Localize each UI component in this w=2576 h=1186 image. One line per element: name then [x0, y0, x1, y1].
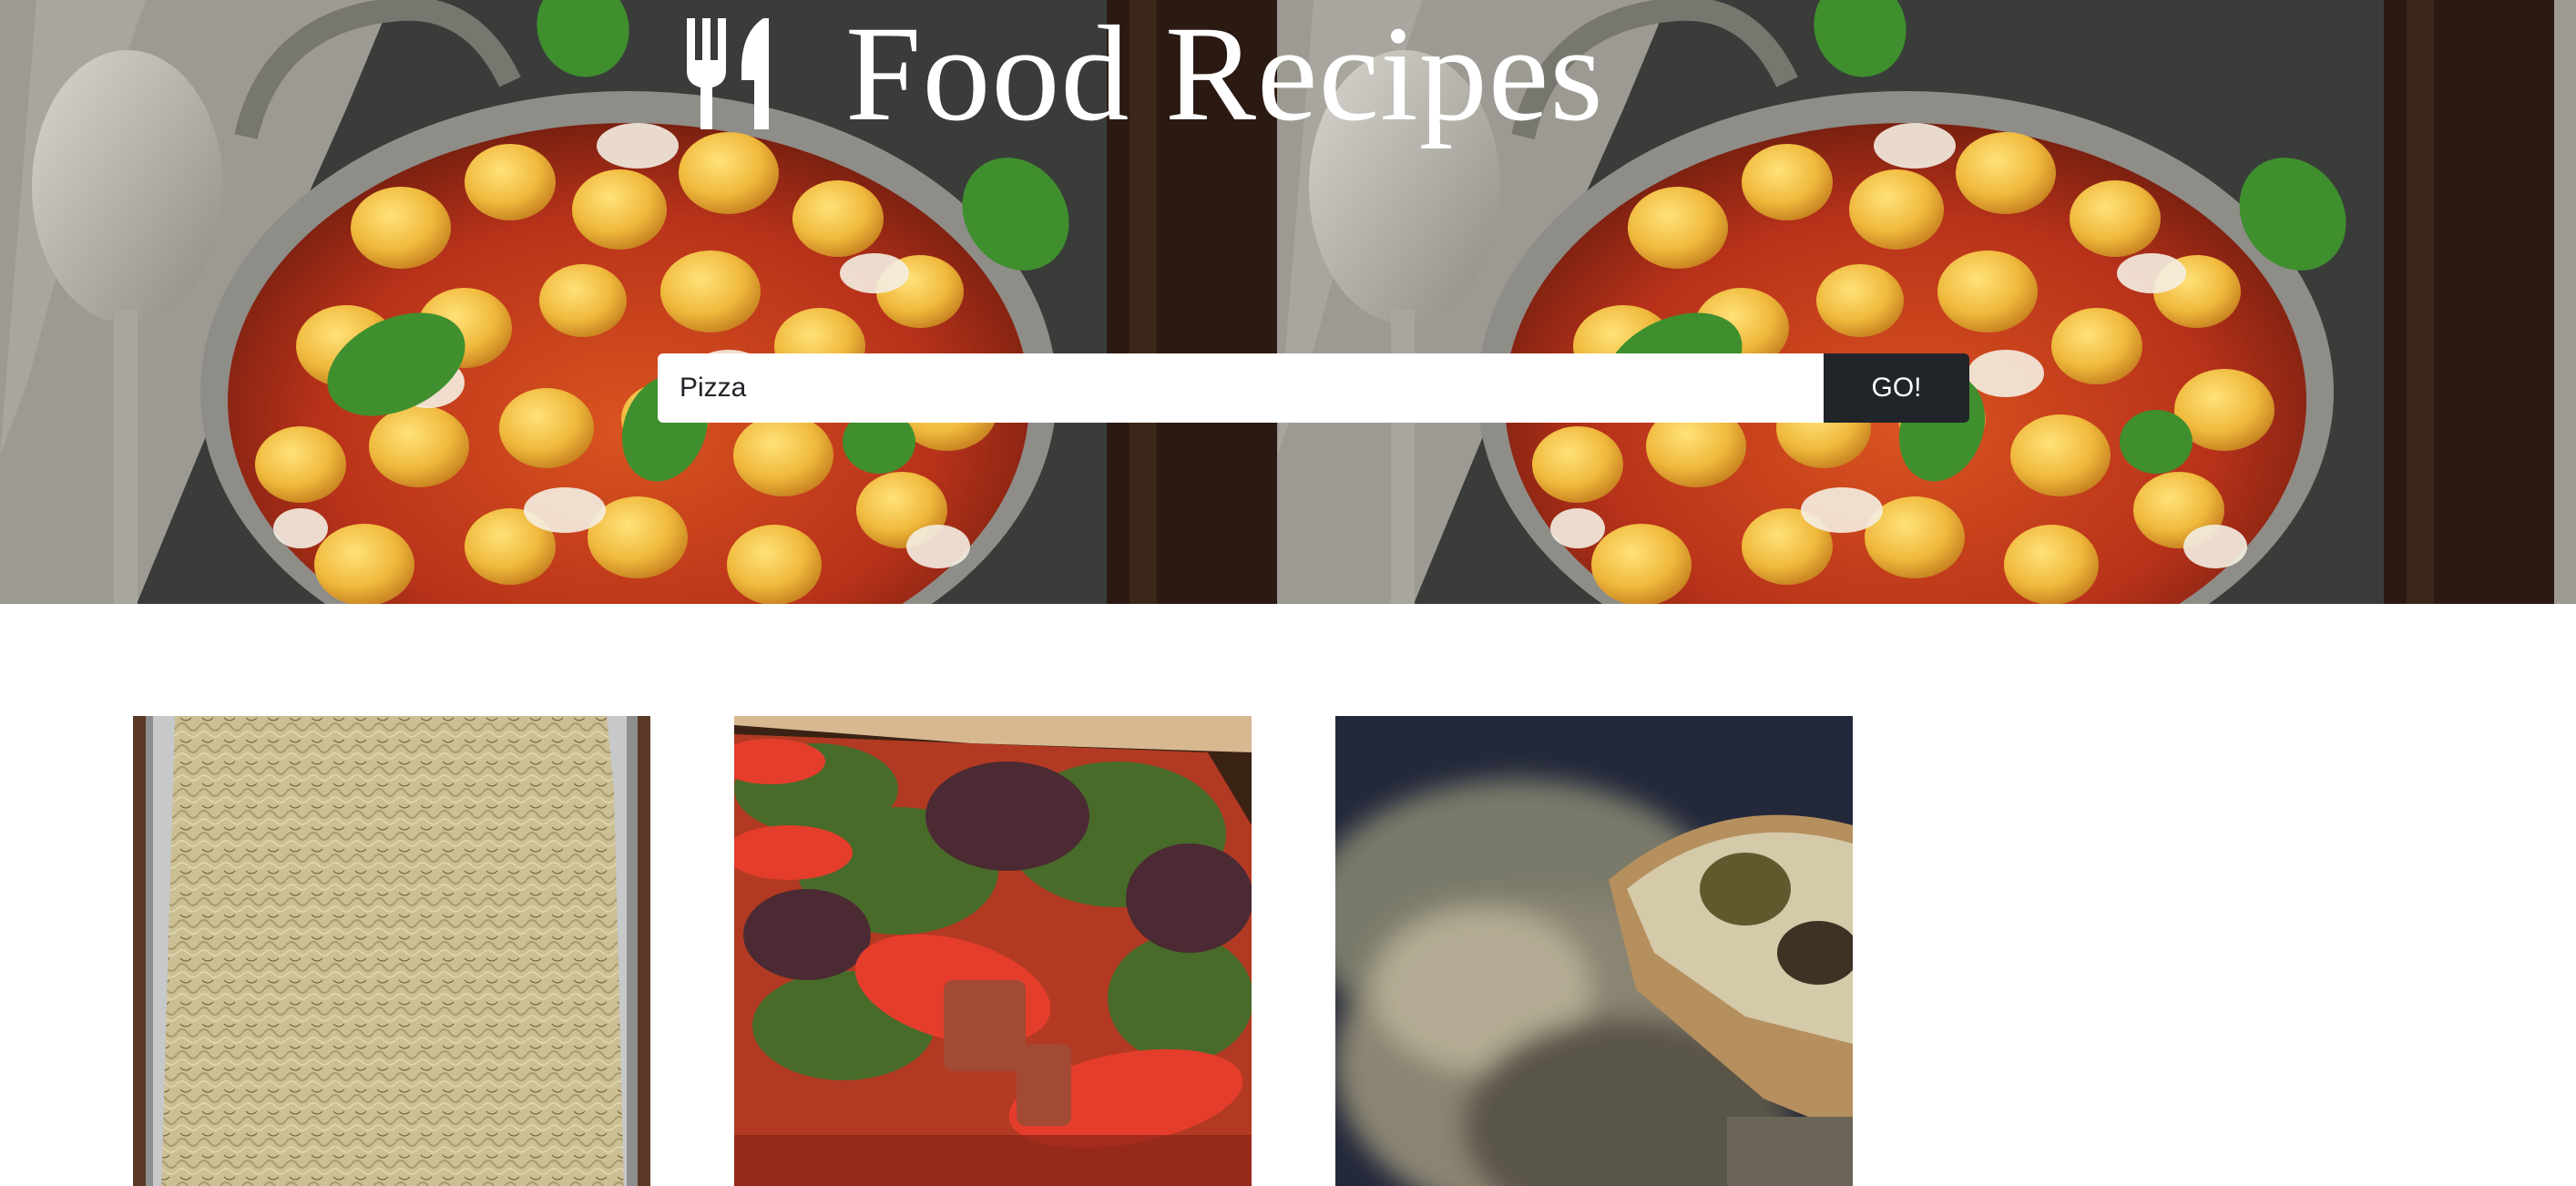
hero-banner: Food Recipes GO! [0, 0, 2576, 604]
gnocchi-pan-photo-edge [2554, 0, 2576, 604]
search-go-button[interactable]: GO! [1824, 353, 1969, 423]
recipe-thumbnail-image[interactable] [734, 716, 1252, 1186]
recipe-thumbnail-image[interactable] [133, 716, 650, 1186]
search-input[interactable] [658, 353, 1824, 423]
search-form: GO! [658, 353, 1969, 423]
recipe-thumbnail-image[interactable] [1335, 716, 1853, 1186]
recipe-card[interactable]: blt-pizza [734, 716, 1252, 1186]
fork-knife-icon [687, 18, 769, 129]
site-title: Food Recipes [681, 5, 1604, 142]
page-title: Food Recipes [845, 0, 1604, 149]
recipe-card[interactable]: onion-flatbread-pizza [133, 716, 650, 1186]
recipe-results-grid: onion-flatbread-pizza [133, 716, 1955, 1186]
recipe-card[interactable]: eggplant-pizza [1335, 716, 1853, 1186]
hero-background-image [2554, 0, 2576, 604]
